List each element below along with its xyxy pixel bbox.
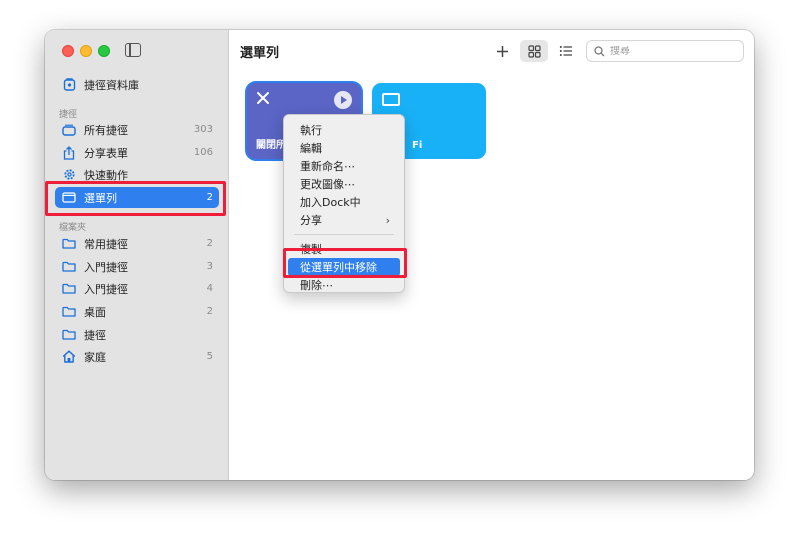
section-header-folders: 檔案夾 — [59, 223, 87, 233]
close-icon — [257, 92, 269, 104]
sidebar-item-menu-bar[interactable]: 選單列 2 — [55, 187, 219, 208]
menu-item-add-to-dock[interactable]: 加入Dock中 — [288, 193, 400, 211]
sidebar-item-label: 家庭 — [84, 350, 106, 364]
menu-item-label: 分享 — [300, 214, 322, 227]
plus-icon — [496, 45, 508, 57]
menu-item-share[interactable]: 分享 › — [288, 211, 400, 229]
sidebar-item-label: 快速動作 — [84, 168, 128, 182]
gear-icon — [61, 167, 77, 183]
sidebar-item-all-shortcuts[interactable]: 所有捷徑 303 — [55, 119, 219, 140]
sidebar-item-count: 2 — [206, 306, 213, 317]
sidebar: 捷徑資料庫 捷徑 所有捷徑 303 分享表單 106 快速動作 選單列 2 檔案… — [45, 30, 229, 480]
menu-item-label: 執行 — [300, 124, 322, 137]
sidebar-item-label: 入門捷徑 — [84, 260, 128, 274]
menu-item-rename[interactable]: 重新命名⋯ — [288, 157, 400, 175]
sidebar-item-home[interactable]: 家庭 5 — [55, 346, 219, 367]
sidebar-item-label: 捷徑 — [84, 328, 106, 342]
folder-icon — [61, 327, 77, 343]
folder-icon — [61, 281, 77, 297]
menu-item-label: 刪除⋯ — [300, 279, 333, 292]
grid-icon — [527, 44, 541, 58]
folder-icon — [61, 304, 77, 320]
list-icon — [559, 46, 572, 56]
sidebar-item-folder[interactable]: 入門捷徑 3 — [55, 256, 219, 277]
sidebar-item-folder[interactable]: 入門捷徑 4 — [55, 278, 219, 299]
tv-icon — [382, 93, 400, 106]
sidebar-item-count: 4 — [206, 283, 213, 294]
menu-item-label: 加入Dock中 — [300, 196, 361, 209]
search-icon — [594, 45, 605, 56]
page-title: 選單列 — [240, 46, 280, 61]
sidebar-item-count: 2 — [206, 238, 213, 249]
sidebar-item-count: 106 — [193, 147, 213, 158]
sidebar-item-count: 2 — [206, 192, 213, 203]
window-controls — [62, 45, 110, 57]
sidebar-item-label: 桌面 — [84, 305, 106, 319]
library-icon — [61, 77, 77, 93]
menu-item-edit[interactable]: 編輯 — [288, 139, 400, 157]
shortcut-name: Fi — [412, 140, 423, 151]
play-icon[interactable] — [334, 91, 352, 109]
folder-icon — [61, 236, 77, 252]
sidebar-item-label: 分享表單 — [84, 146, 128, 160]
sidebar-item-label: 捷徑資料庫 — [84, 78, 139, 92]
menu-item-delete[interactable]: 刪除⋯ — [288, 276, 400, 294]
menu-item-label: 複製 — [300, 243, 322, 256]
menu-item-label: 更改圖像⋯ — [300, 178, 355, 191]
context-menu: 執行 編輯 重新命名⋯ 更改圖像⋯ 加入Dock中 分享 › 複製 從選單列中移除… — [283, 114, 405, 293]
folder-icon — [61, 259, 77, 275]
sidebar-item-count: 5 — [206, 351, 213, 362]
menu-separator — [294, 234, 394, 235]
chevron-right-icon: › — [385, 213, 390, 227]
sidebar-item-label: 選單列 — [84, 191, 117, 205]
close-window-button[interactable] — [62, 45, 74, 57]
sidebar-item-count: 3 — [206, 261, 213, 272]
menu-item-remove-from-menubar[interactable]: 從選單列中移除 — [288, 258, 400, 276]
grid-view-button[interactable] — [520, 40, 548, 62]
home-icon — [61, 349, 77, 365]
menu-item-label: 重新命名⋯ — [300, 160, 355, 173]
sidebar-item-folder[interactable]: 常用捷徑 2 — [55, 233, 219, 254]
search-input[interactable] — [610, 45, 730, 57]
sidebar-item-quick-actions[interactable]: 快速動作 — [55, 164, 219, 185]
sidebar-item-library[interactable]: 捷徑資料庫 — [55, 74, 219, 95]
share-icon — [61, 145, 77, 161]
add-shortcut-button[interactable] — [492, 40, 512, 62]
minimize-window-button[interactable] — [80, 45, 92, 57]
sidebar-item-label: 常用捷徑 — [84, 237, 128, 251]
zoom-window-button[interactable] — [98, 45, 110, 57]
sidebar-item-folder[interactable]: 捷徑 — [55, 324, 219, 345]
menu-item-change-icon[interactable]: 更改圖像⋯ — [288, 175, 400, 193]
sidebar-item-label: 入門捷徑 — [84, 282, 128, 296]
sidebar-item-label: 所有捷徑 — [84, 123, 128, 137]
sidebar-item-folder[interactable]: 桌面 2 — [55, 301, 219, 322]
sidebar-toggle-icon[interactable] — [125, 43, 141, 57]
list-view-button[interactable] — [553, 40, 579, 62]
shortcut-name: 關閉所 — [256, 140, 286, 151]
sidebar-item-share-sheet[interactable]: 分享表單 106 — [55, 142, 219, 163]
menu-item-label: 從選單列中移除 — [300, 261, 377, 274]
menu-item-duplicate[interactable]: 複製 — [288, 240, 400, 258]
menu-item-label: 編輯 — [300, 142, 322, 155]
sidebar-item-count: 303 — [193, 124, 213, 135]
menubar-icon — [61, 190, 77, 206]
search-field[interactable] — [586, 40, 744, 62]
square-stack-icon — [61, 122, 77, 138]
menu-item-run[interactable]: 執行 — [288, 121, 400, 139]
